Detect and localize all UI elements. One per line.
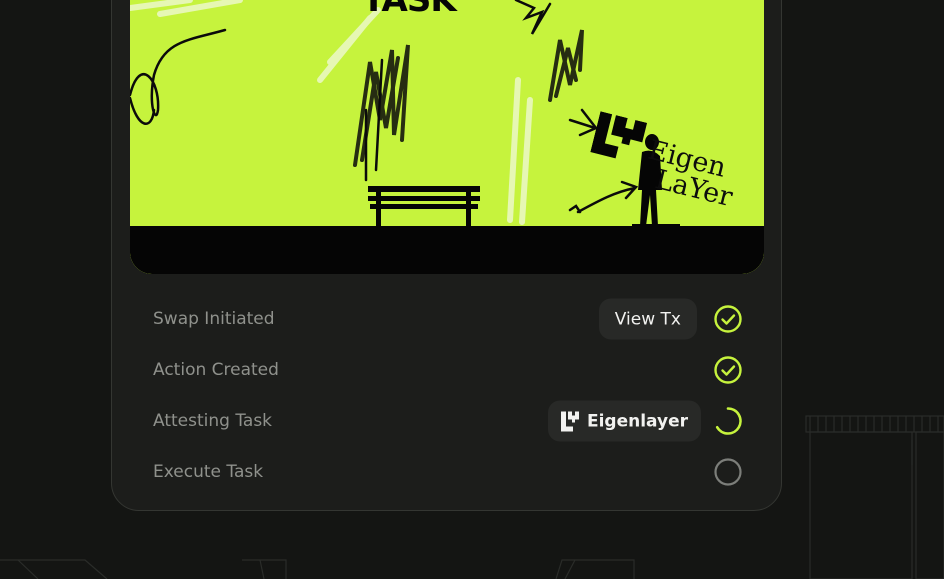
eigenlayer-badge[interactable]: Eigenlayer xyxy=(547,400,701,442)
eigenlayer-label: Eigenlayer xyxy=(586,411,688,431)
step-row-action-created: Action Created xyxy=(153,348,743,392)
banner-title: TASK xyxy=(362,0,457,20)
eigenlayer-logo-icon xyxy=(560,411,579,431)
step-label: Execute Task xyxy=(153,462,264,482)
step-label: Swap Initiated xyxy=(153,309,275,329)
step-row-execute-task: Execute Task xyxy=(153,450,743,494)
task-banner: TASK Eigen LaYer xyxy=(130,0,764,274)
step-label: Action Created xyxy=(153,360,279,380)
step-row-attesting-task: Attesting Task Eigenlayer xyxy=(153,399,743,443)
check-circle-icon xyxy=(714,305,742,333)
loading-spinner-icon xyxy=(715,407,742,435)
eigenlayer-logo-icon xyxy=(590,111,648,159)
step-row-swap-initiated: Swap Initiated View Tx xyxy=(153,297,743,341)
check-circle-icon xyxy=(714,356,742,384)
pending-circle-icon xyxy=(714,458,742,486)
step-label: Attesting Task xyxy=(153,411,273,431)
view-tx-button[interactable]: View Tx xyxy=(598,298,697,340)
